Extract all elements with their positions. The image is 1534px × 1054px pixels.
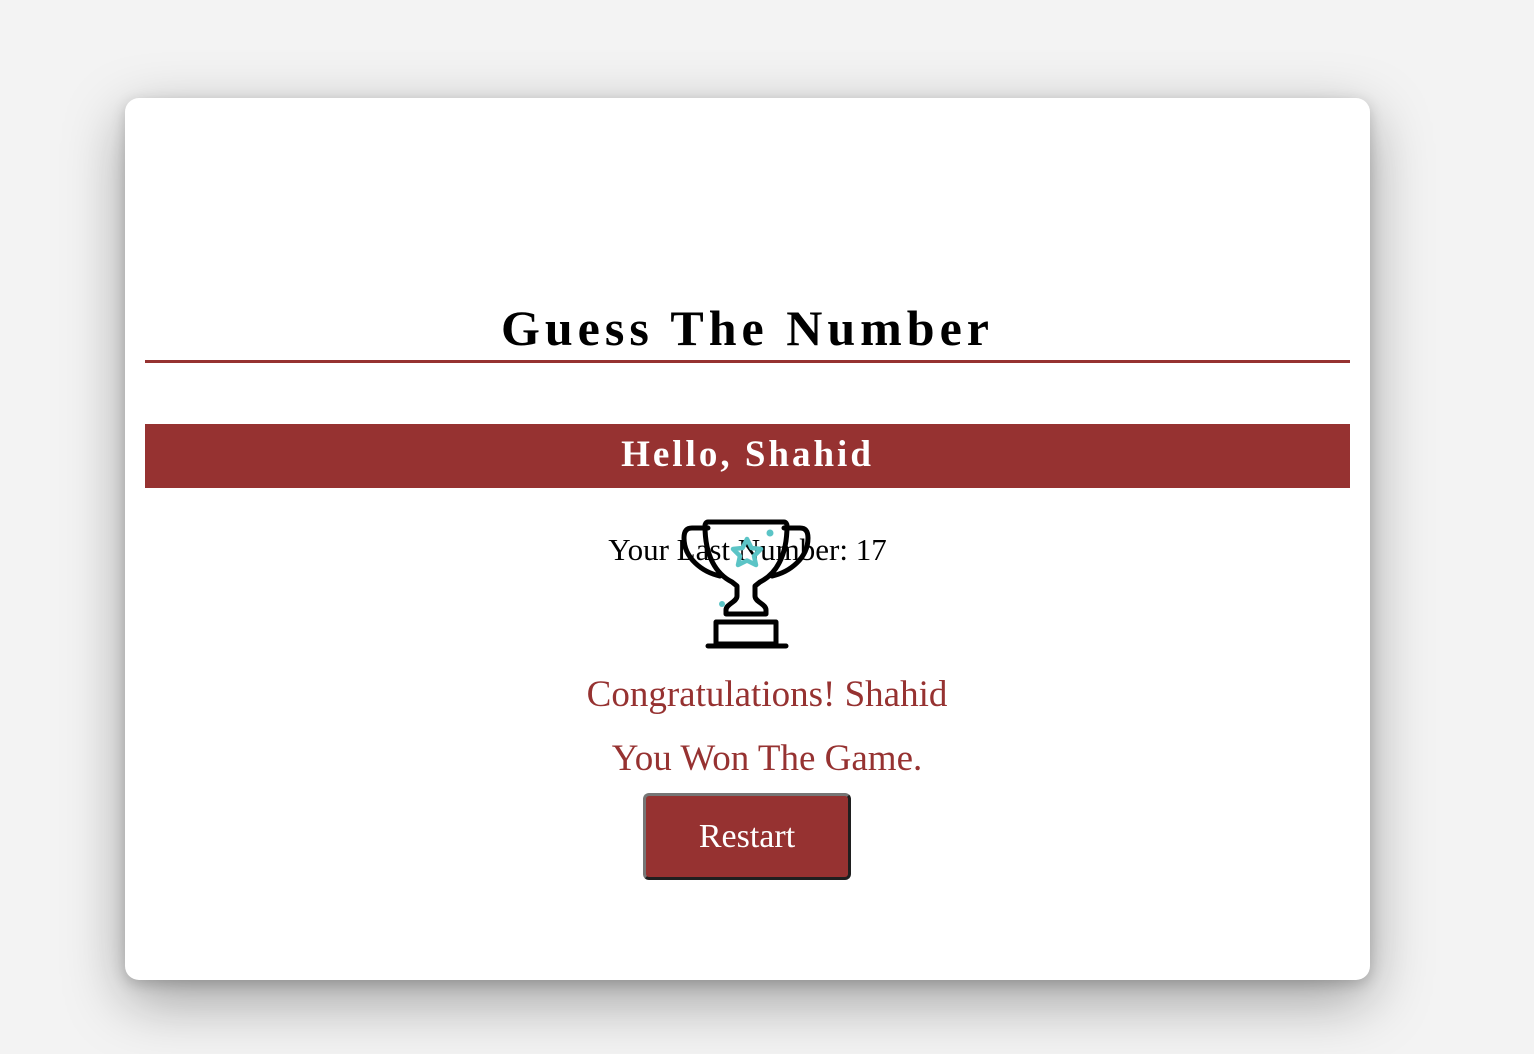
page-title: Guess The Number (500, 300, 994, 356)
win-message: You Won The Game. (611, 738, 923, 779)
title-divider (145, 360, 1350, 363)
greeting-banner: Hello, Shahid (145, 424, 1350, 488)
restart-button[interactable]: Restart (643, 793, 851, 880)
congrats-message: Congratulations! Shahid (586, 674, 948, 715)
trophy-icon (681, 519, 811, 649)
